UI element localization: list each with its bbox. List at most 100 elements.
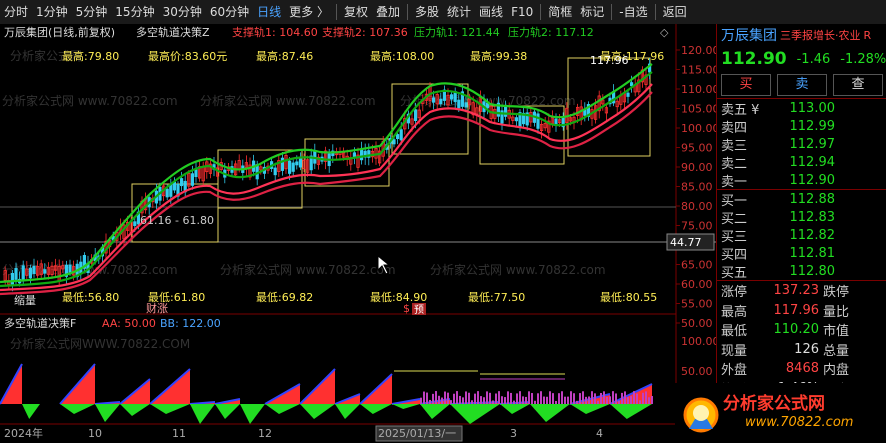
- price-tick: 60.00: [681, 278, 713, 291]
- date-label: 10: [88, 427, 102, 440]
- pressure1-label: 压力轨1: 121.44: [414, 25, 500, 39]
- toolbar-item-6[interactable]: 日线: [253, 0, 285, 24]
- sub-mini-bar: [576, 400, 578, 404]
- sub-mini-bar: [453, 393, 455, 404]
- toolbar-item-10[interactable]: 多股: [411, 0, 443, 24]
- toolbar-item-16[interactable]: -自选: [615, 0, 651, 24]
- toolbar-item-1[interactable]: 1分钟: [32, 0, 72, 24]
- candle-body: [514, 117, 519, 122]
- support1-label: 支撑轨1: 104.60: [232, 25, 318, 39]
- toolbar-item-3[interactable]: 15分钟: [111, 0, 158, 24]
- candle-body: [28, 267, 33, 279]
- candle-body: [630, 82, 634, 87]
- sub-mini-bar: [534, 400, 536, 404]
- toolbar-item-0[interactable]: 分时: [0, 0, 32, 24]
- toolbar-item-7[interactable]: 更多 〉: [285, 0, 333, 24]
- toolbar-item-12[interactable]: 画线: [475, 0, 507, 24]
- high-label: 最高:99.38: [470, 49, 527, 63]
- sub-mini-bar: [552, 393, 554, 404]
- stat-row: 现量 126 总量: [717, 340, 886, 360]
- toolbar-item-11[interactable]: 统计: [443, 0, 475, 24]
- toolbar-item-9[interactable]: 叠加: [372, 0, 404, 24]
- candle-body: [392, 139, 396, 145]
- date-label: 3: [510, 427, 517, 440]
- bid-label: 买四: [721, 247, 748, 263]
- toolbar-item-2[interactable]: 5分钟: [72, 0, 112, 24]
- date-label: 12: [258, 427, 272, 440]
- stat-row: 外盘 8468 内盘: [717, 359, 886, 379]
- sub-mini-bar: [504, 397, 506, 404]
- candle-body: [165, 188, 169, 198]
- bid-row[interactable]: 买四 112.81: [717, 244, 886, 263]
- ask-price: 112.94: [789, 154, 836, 170]
- ask-row[interactable]: 卖二 112.94: [717, 153, 886, 172]
- sub-mini-bar: [492, 400, 494, 404]
- sub-mini-bar: [477, 391, 479, 404]
- candle-body: [298, 157, 303, 168]
- stat-value: 137.23: [773, 283, 820, 299]
- low-label: 最低:69.82: [256, 291, 313, 304]
- toolbar-item-5[interactable]: 60分钟: [206, 0, 253, 24]
- price-tick: 55.00: [681, 298, 713, 311]
- bid-price: 112.82: [789, 227, 836, 243]
- sub-mini-bar: [612, 391, 614, 404]
- candle-body: [503, 105, 508, 117]
- bid-row[interactable]: 买三 112.82: [717, 226, 886, 245]
- sub-mini-bar: [429, 399, 431, 404]
- candle-body: [464, 102, 468, 108]
- sub-mini-bar: [606, 396, 608, 404]
- bid-price: 112.80: [789, 263, 836, 279]
- sub-mini-bar: [579, 393, 581, 404]
- candle-body: [439, 98, 443, 105]
- bid-row[interactable]: 买五 112.80: [717, 262, 886, 281]
- bid-row[interactable]: 买二 112.83: [717, 208, 886, 227]
- sub-mini-bar: [570, 391, 572, 404]
- sub-tick: 50.00: [681, 365, 713, 378]
- sub-mini-bar: [588, 396, 590, 404]
- bid-book: 买一 112.88 买二 112.83 买三 112.82 买四 112.81 买五 112.80: [717, 189, 886, 281]
- candle-body: [359, 148, 364, 161]
- sub-mini-bar: [483, 397, 485, 404]
- query-button[interactable]: 查: [833, 74, 883, 96]
- high-label: 最高:87.46: [256, 49, 313, 63]
- toolbar-item-15[interactable]: 标记: [576, 0, 608, 24]
- sub-mini-bar: [474, 393, 476, 404]
- ask-row[interactable]: 卖三 112.97: [717, 135, 886, 154]
- ask-row[interactable]: 卖一 112.90: [717, 171, 886, 190]
- stat-key: 最高: [721, 304, 748, 320]
- bid-label: 买二: [721, 211, 748, 227]
- bid-price: 112.83: [789, 209, 836, 225]
- s-label: $: [403, 302, 410, 315]
- ask-label: 卖三: [721, 138, 748, 154]
- low-label: 最低:77.50: [468, 291, 525, 304]
- sub-mini-bar: [513, 400, 515, 404]
- price-tick: 120.00: [681, 44, 716, 57]
- sub-mini-bar: [651, 396, 653, 404]
- sub-mini-bar: [525, 396, 527, 404]
- bid-label: 买一: [721, 193, 748, 209]
- stat-key2: 量比: [823, 304, 850, 320]
- candle-body: [133, 221, 137, 227]
- diamond-icon[interactable]: ◇: [660, 26, 669, 39]
- sub-mini-bar: [423, 391, 425, 404]
- sell-button[interactable]: 卖: [777, 74, 827, 96]
- current-price: 112.90: [721, 49, 787, 69]
- toolbar-item-14[interactable]: 简框: [544, 0, 576, 24]
- toolbar-item-13[interactable]: F10: [507, 0, 537, 24]
- buy-button[interactable]: 买: [721, 74, 771, 96]
- toolbar-item-4[interactable]: 30分钟: [159, 0, 206, 24]
- toolbar-item-8[interactable]: 复权: [340, 0, 372, 24]
- sub-mini-bar: [501, 396, 503, 404]
- sub-mini-bar: [510, 392, 512, 404]
- bid-row[interactable]: 买一 112.88: [717, 190, 886, 209]
- stat-key: 涨停: [721, 285, 748, 301]
- toolbar-item-17[interactable]: 返回: [659, 0, 691, 24]
- ask-label: 卖四: [721, 120, 748, 136]
- ask-row[interactable]: 卖五 ¥ 113.00: [717, 99, 886, 118]
- stock-label: 万辰集团(日线,前复权): [4, 25, 115, 39]
- sub-mini-bar: [465, 391, 467, 404]
- ask-row[interactable]: 卖四 112.99: [717, 117, 886, 136]
- stat-key: 外盘: [721, 363, 748, 379]
- candle-body: [43, 269, 47, 274]
- sub-mini-bar: [471, 400, 473, 404]
